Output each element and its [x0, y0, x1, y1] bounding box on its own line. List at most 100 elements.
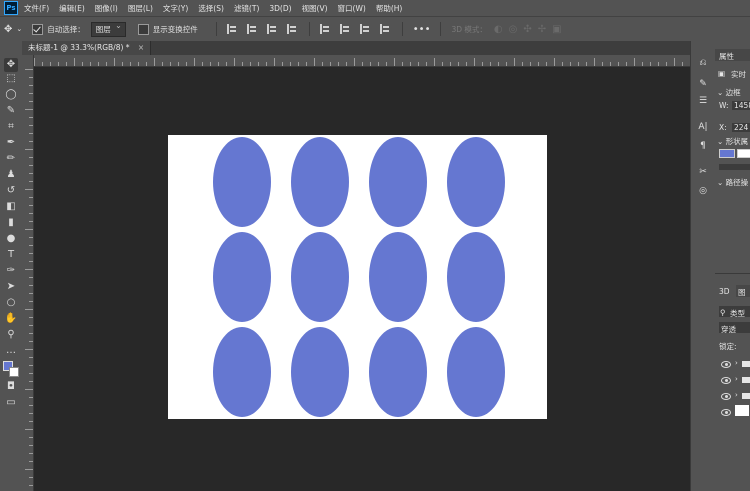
- document-canvas[interactable]: [168, 135, 547, 419]
- history-brush-icon[interactable]: ↺: [4, 184, 18, 198]
- ruler-tick: [610, 62, 611, 66]
- roll-3d-icon[interactable]: ◎: [509, 24, 518, 35]
- brush-settings-icon[interactable]: ✎: [697, 78, 709, 90]
- vertical-ruler[interactable]: [22, 55, 34, 491]
- eye-icon[interactable]: [721, 409, 731, 416]
- more-options-icon[interactable]: •••: [413, 24, 431, 35]
- menu-view[interactable]: 视图(V): [302, 3, 328, 14]
- x-input[interactable]: 224: [732, 123, 750, 132]
- ellipse-tool-icon[interactable]: ○: [4, 296, 18, 310]
- expand-icon[interactable]: ›: [735, 359, 738, 367]
- ellipse-shape[interactable]: [213, 137, 271, 227]
- ruler-tick: [29, 85, 33, 86]
- width-input[interactable]: 1458: [732, 101, 750, 110]
- pan-3d-icon[interactable]: ✣: [523, 24, 531, 35]
- stroke-width-field[interactable]: [719, 164, 750, 170]
- auto-select-checkbox[interactable]: [32, 23, 44, 35]
- document-tab[interactable]: 未标题-1 @ 33.3%(RGB/8) * ×: [22, 41, 152, 55]
- ellipse-shape[interactable]: [291, 327, 349, 417]
- paragraph-panel-icon[interactable]: ¶: [697, 140, 709, 152]
- align-top-icon[interactable]: [286, 24, 299, 34]
- ellipse-shape[interactable]: [447, 137, 505, 227]
- eyedropper-tool-icon[interactable]: ✒: [4, 136, 18, 150]
- dodge-tool-icon[interactable]: ●: [4, 232, 18, 246]
- stamp-tool-icon[interactable]: ♟: [4, 168, 18, 182]
- background-color-swatch[interactable]: [9, 367, 19, 377]
- distribute-horizontal-icon[interactable]: [379, 24, 392, 34]
- slide-3d-icon[interactable]: ✢: [538, 24, 546, 35]
- move-tool-icon[interactable]: ✥: [4, 24, 12, 35]
- crop-tool-icon[interactable]: ⌗: [4, 120, 18, 134]
- auto-select-dropdown[interactable]: 图层: [90, 21, 126, 37]
- horizontal-ruler[interactable]: [22, 55, 690, 67]
- ellipse-shape[interactable]: [291, 137, 349, 227]
- menu-file[interactable]: 文件(F): [24, 3, 49, 14]
- ruler-tick: [322, 62, 323, 66]
- eye-icon[interactable]: [721, 361, 731, 368]
- gradient-tool-icon[interactable]: ▮: [4, 216, 18, 230]
- shape-props-header[interactable]: ⌄ 形状属: [717, 136, 748, 147]
- ellipse-shape[interactable]: [447, 232, 505, 322]
- ellipse-shape[interactable]: [369, 137, 427, 227]
- menu-select[interactable]: 选择(S): [198, 3, 224, 14]
- distribute-bottom-icon[interactable]: [359, 24, 372, 34]
- chevron-down-icon[interactable]: ⌄: [16, 25, 22, 33]
- more-tools-icon[interactable]: …: [4, 344, 18, 358]
- adjustments-icon[interactable]: ☰: [697, 95, 709, 107]
- menu-window[interactable]: 窗口(W): [338, 3, 366, 14]
- character-panel-icon[interactable]: A|: [697, 121, 709, 133]
- ellipse-shape[interactable]: [447, 327, 505, 417]
- menu-help[interactable]: 帮助(H): [376, 3, 403, 14]
- menu-edit[interactable]: 编辑(E): [59, 3, 85, 14]
- path-ops-header[interactable]: ⌄ 路径操: [717, 177, 748, 188]
- move-tool-icon[interactable]: ✥: [4, 58, 18, 72]
- close-icon[interactable]: ×: [138, 43, 144, 52]
- ellipse-shape[interactable]: [369, 232, 427, 322]
- pen-tool-icon[interactable]: ✑: [4, 264, 18, 278]
- align-center-icon[interactable]: [246, 24, 259, 34]
- distribute-middle-icon[interactable]: [339, 24, 352, 34]
- lasso-tool-icon[interactable]: ◯: [4, 88, 18, 102]
- marquee-tool-icon[interactable]: ⬚: [4, 72, 18, 86]
- ruler-tick: [450, 62, 451, 66]
- libraries-icon[interactable]: ◎: [697, 185, 709, 197]
- ellipse-shape[interactable]: [291, 232, 349, 322]
- menu-filter[interactable]: 滤镜(T): [234, 3, 259, 14]
- zoom-tool-icon[interactable]: ⚲: [4, 328, 18, 342]
- history-panel-icon[interactable]: ⎌: [697, 57, 709, 69]
- panel-3d-tab[interactable]: 3D: [719, 287, 730, 296]
- quick-mask-icon[interactable]: ◘: [4, 380, 18, 394]
- distribute-top-icon[interactable]: [319, 24, 332, 34]
- ellipse-shape[interactable]: [369, 327, 427, 417]
- stroke-color-swatch[interactable]: [737, 149, 750, 158]
- align-right-icon[interactable]: [266, 24, 279, 34]
- border-section-header[interactable]: ⌄ 边框: [717, 87, 741, 98]
- orbit-3d-icon[interactable]: ◐: [494, 24, 503, 35]
- menu-image[interactable]: 图像(I): [95, 3, 118, 14]
- eye-icon[interactable]: [721, 393, 731, 400]
- quick-select-tool-icon[interactable]: ✎: [4, 104, 18, 118]
- ruler-tick: [162, 62, 163, 66]
- eraser-tool-icon[interactable]: ◧: [4, 200, 18, 214]
- menu-layer[interactable]: 图层(L): [128, 3, 153, 14]
- ruler-tick: [29, 477, 33, 478]
- expand-icon[interactable]: ›: [735, 391, 738, 399]
- ruler-tick: [490, 62, 491, 66]
- hand-tool-icon[interactable]: ✋: [4, 312, 18, 326]
- menu-type[interactable]: 文字(Y): [163, 3, 188, 14]
- eye-icon[interactable]: [721, 377, 731, 384]
- expand-icon[interactable]: ›: [735, 375, 738, 383]
- scale-3d-icon[interactable]: ▣: [552, 24, 561, 35]
- ellipse-shape[interactable]: [213, 232, 271, 322]
- screen-mode-icon[interactable]: ▭: [4, 396, 18, 410]
- tool-presets-icon[interactable]: ✂: [697, 166, 709, 178]
- brush-tool-icon[interactable]: ✏: [4, 152, 18, 166]
- align-left-icon[interactable]: [226, 24, 239, 34]
- path-select-tool-icon[interactable]: ➤: [4, 280, 18, 294]
- menu-3d[interactable]: 3D(D): [269, 4, 291, 13]
- text-tool-icon[interactable]: T: [4, 248, 18, 262]
- fill-color-swatch[interactable]: [719, 149, 735, 158]
- ellipse-shape[interactable]: [213, 327, 271, 417]
- show-transform-checkbox[interactable]: [137, 23, 149, 35]
- ruler-tick: [29, 325, 33, 326]
